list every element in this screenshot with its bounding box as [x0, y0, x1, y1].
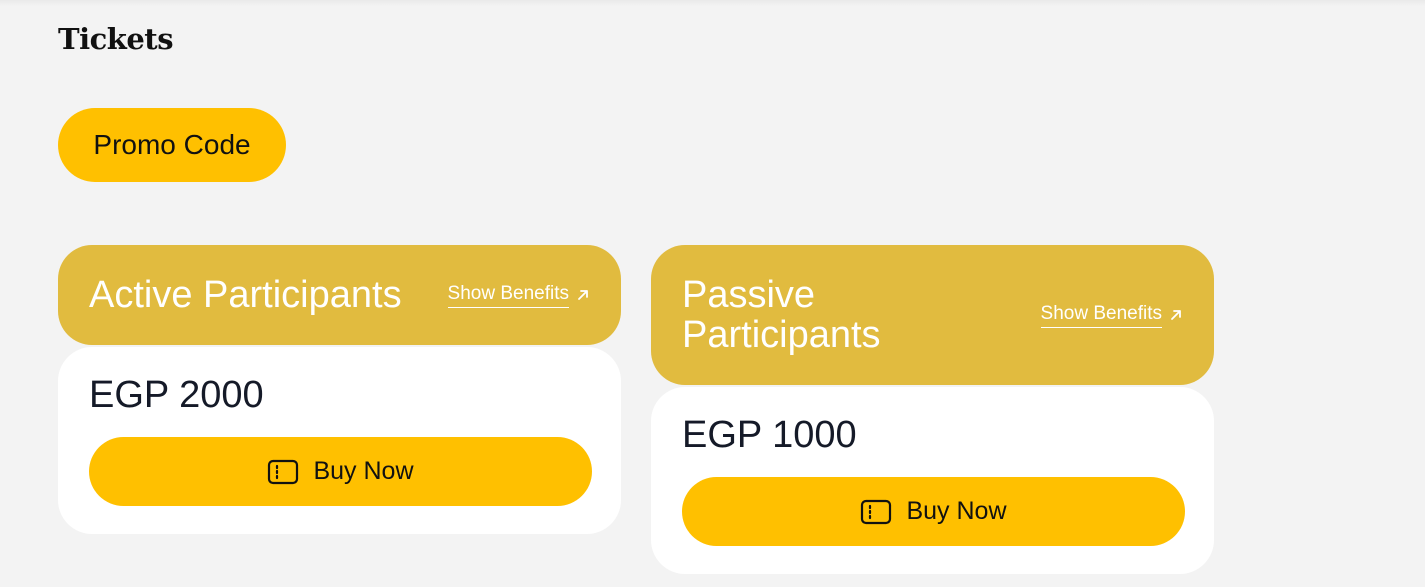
buy-now-label: Buy Now — [906, 497, 1007, 525]
top-shadow-bar — [0, 0, 1425, 6]
show-benefits-label: Show Benefits — [1040, 303, 1162, 328]
ticket-card-body: EGP 2000 Buy Now — [58, 347, 621, 534]
section-title: Tickets — [58, 22, 174, 56]
ticket-card-body: EGP 1000 Buy Now — [651, 387, 1214, 574]
buy-now-button[interactable]: Buy Now — [89, 437, 592, 506]
ticket-card-passive: Passive Participants Show Benefits EGP 1… — [651, 245, 1214, 574]
show-benefits-label: Show Benefits — [447, 283, 569, 308]
ticket-card-header: Passive Participants Show Benefits — [651, 245, 1214, 385]
buy-now-button[interactable]: Buy Now — [682, 477, 1185, 546]
ticket-title: Active Participants — [89, 274, 402, 316]
ticket-price: EGP 1000 — [682, 414, 857, 456]
arrow-up-right-icon — [1171, 310, 1181, 320]
ticket-price: EGP 2000 — [89, 374, 264, 416]
ticket-icon — [861, 499, 892, 524]
ticket-icon — [268, 459, 299, 484]
arrow-up-right-icon — [578, 290, 588, 300]
show-benefits-link[interactable]: Show Benefits — [1040, 303, 1184, 328]
ticket-title: Passive Participants — [682, 274, 881, 356]
ticket-card-header: Active Participants Show Benefits — [58, 245, 621, 345]
buy-now-label: Buy Now — [313, 457, 414, 485]
ticket-card-active: Active Participants Show Benefits EGP 20… — [58, 245, 621, 534]
promo-code-button[interactable]: Promo Code — [58, 108, 286, 182]
show-benefits-link[interactable]: Show Benefits — [447, 283, 591, 308]
